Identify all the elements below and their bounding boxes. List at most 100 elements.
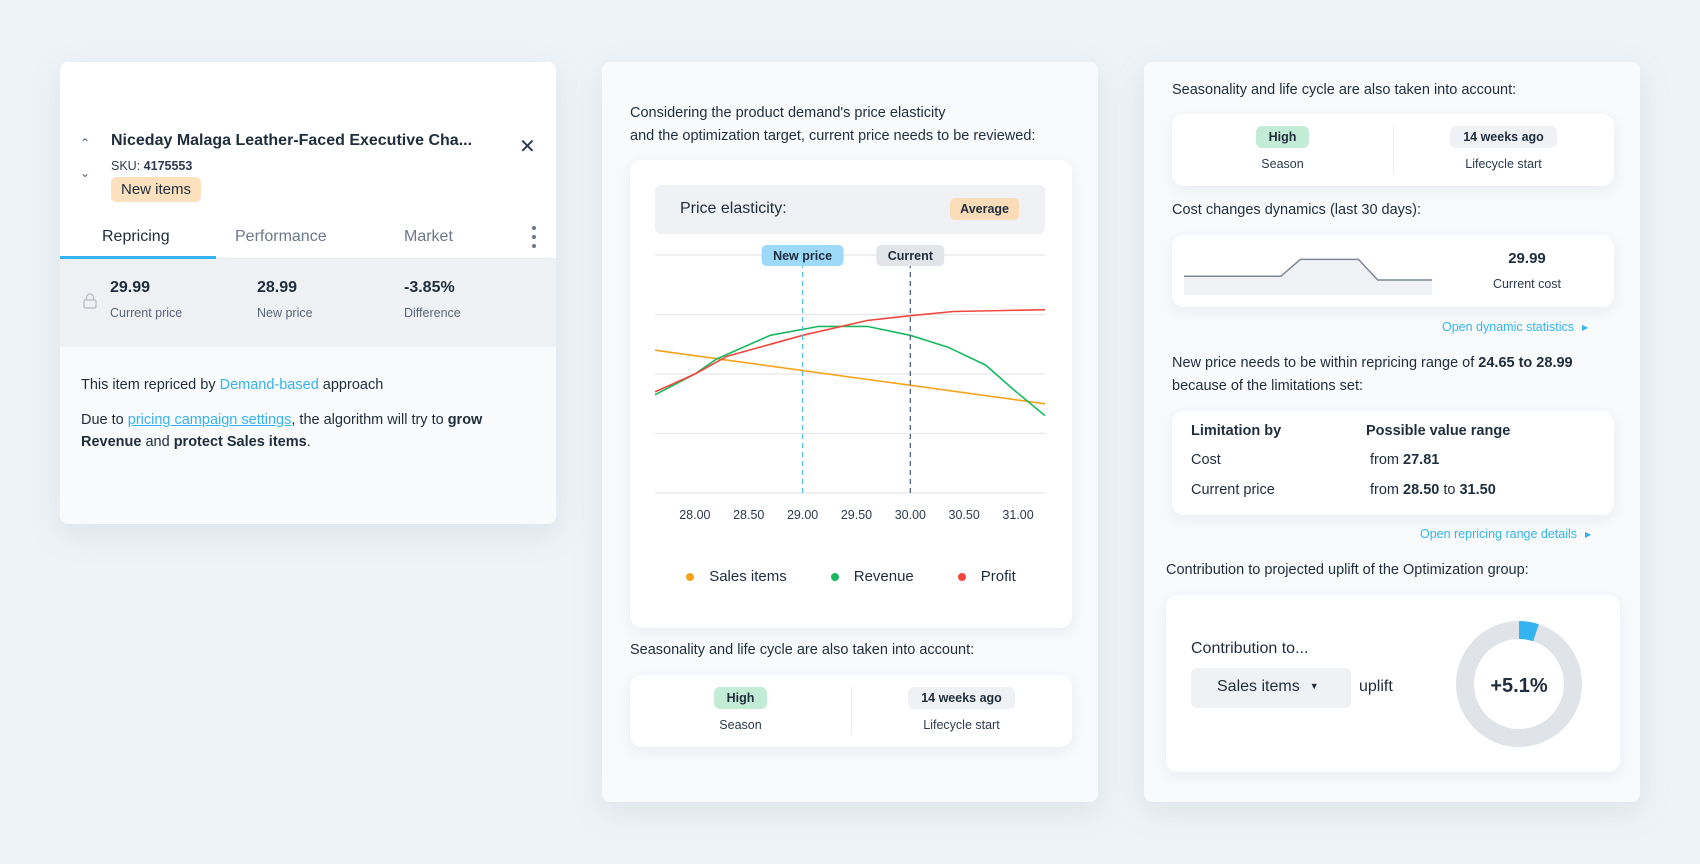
cost-sparkline	[1184, 258, 1432, 295]
donut-value: +5.1%	[1490, 675, 1547, 697]
price-difference: -3.85% Difference	[404, 279, 461, 320]
current-cost-label: Current cost	[1492, 277, 1562, 291]
difference-value: -3.85%	[404, 279, 455, 296]
season-column: High Season	[630, 675, 851, 747]
tab-market[interactable]: Market	[404, 228, 453, 246]
column-header-limitation: Limitation by	[1191, 423, 1282, 439]
lifecycle-label: Lifecycle start	[923, 718, 1000, 732]
tab-performance[interactable]: Performance	[235, 228, 327, 246]
uplift-suffix: uplift	[1359, 678, 1393, 695]
seasonality-card-2: High Season 14 weeks ago Lifecycle start	[1172, 114, 1614, 186]
lifecycle-column-2: 14 weeks ago Lifecycle start	[1393, 114, 1614, 186]
intro-line-1: Considering the product demand's price e…	[630, 105, 946, 121]
series-line-profit	[654, 308, 1046, 393]
tab-repricing[interactable]: Repricing	[102, 228, 170, 246]
pricing-campaign-settings-link[interactable]: pricing campaign settings	[128, 412, 292, 428]
legend-label-sales: Sales items	[709, 568, 787, 585]
caret-right-icon: ▶	[1582, 323, 1589, 332]
cost-dynamics-title: Cost changes dynamics (last 30 days):	[1172, 202, 1422, 218]
limitation-range: from 27.81	[1370, 452, 1439, 468]
season-column-2: High Season	[1172, 114, 1393, 186]
product-header: ⌃ ⌄ Niceday Malaga Leather-Faced Executi…	[60, 62, 556, 259]
more-options-icon[interactable]	[530, 226, 538, 248]
x-tick-label: 29.50	[841, 508, 872, 522]
elasticity-panel: Considering the product demand's price e…	[602, 62, 1098, 802]
uplift-metric-dropdown[interactable]: Sales items ▼	[1191, 668, 1351, 708]
season-value: High	[713, 687, 768, 709]
open-repricing-range-details-label: Open repricing range details	[1420, 527, 1578, 541]
legend-item-revenue[interactable]: Revenue	[830, 568, 914, 585]
donut-value-arc	[1518, 621, 1539, 642]
marker-badge-label: Current	[888, 249, 934, 263]
campaign-text: Due to pricing campaign settings, the al…	[81, 409, 535, 453]
x-tick-label: 28.00	[679, 508, 710, 522]
sku-label: SKU:	[111, 159, 141, 173]
goal-protect-sales: protect Sales items	[173, 434, 307, 450]
close-icon[interactable]: ✕	[519, 137, 536, 157]
elasticity-label: Price elasticity:	[680, 200, 787, 217]
from-value: 28.50	[1403, 482, 1440, 498]
lock-icon[interactable]	[83, 293, 97, 309]
dropdown-value: Sales items	[1217, 678, 1300, 695]
lifecycle-label-2: Lifecycle start	[1465, 157, 1542, 171]
x-tick-label: 28.50	[733, 508, 764, 522]
price-summary: 29.99 Current price 28.99 New price -3.8…	[60, 259, 556, 347]
series-line-sales-items	[654, 349, 1046, 405]
range-value: 24.65 to 28.99	[1478, 355, 1573, 371]
legend-dot-sales	[686, 572, 695, 581]
cost-dynamics-card: 29.99 Current cost	[1172, 235, 1614, 307]
limitation-range: from 28.50 to 31.50	[1370, 482, 1496, 498]
season-label-2: Season	[1261, 157, 1304, 171]
difference-label: Difference	[404, 306, 461, 320]
lifecycle-value: 14 weeks ago	[908, 687, 1015, 709]
contribution-card: Contribution to... Sales items ▼ uplift +…	[1166, 595, 1620, 772]
sku-value: 4175553	[143, 159, 193, 173]
legend-item-profit[interactable]: Profit	[957, 568, 1016, 585]
marker-badge-label: New price	[773, 249, 832, 263]
seasonality-card: High Season 14 weeks ago Lifecycle start	[630, 675, 1072, 747]
to-value: 31.50	[1459, 482, 1496, 498]
x-tick-label: 29.00	[787, 508, 818, 522]
approach-text: This item repriced by Demand-based appro…	[81, 374, 535, 396]
elasticity-badge: Average	[950, 198, 1019, 220]
campaign-text-end: .	[306, 434, 311, 450]
seasonality-title-2: Seasonality and life cycle are also take…	[1172, 82, 1517, 98]
campaign-text-mid: , the algorithm will try to	[291, 412, 448, 428]
from-value: 27.81	[1403, 452, 1440, 468]
current-cost-value: 29.99	[1508, 250, 1546, 267]
current-cost: 29.99 Current cost	[1472, 250, 1582, 291]
from-word: from	[1370, 452, 1404, 468]
series-line-revenue	[654, 325, 1046, 417]
lifecycle-column: 14 weeks ago Lifecycle start	[851, 675, 1072, 747]
season-label: Season	[719, 718, 762, 732]
chart-legend: Sales items Revenue Profit	[630, 568, 1072, 585]
demand-based-link[interactable]: Demand-based	[220, 377, 319, 393]
legend-item-sales-items[interactable]: Sales items	[686, 568, 787, 585]
lifecycle-value-2: 14 weeks ago	[1450, 126, 1557, 148]
elasticity-chart-card: Price elasticity: Average 28.00 28.50 29.0…	[630, 160, 1072, 628]
contribution-donut: +5.1%	[1456, 621, 1582, 747]
contribution-title: Contribution to projected uplift of the …	[1166, 562, 1529, 578]
x-tick-label: 30.50	[949, 508, 980, 522]
contribution-label: Contribution to...	[1191, 640, 1309, 657]
tab-bar: Repricing Performance Market	[60, 222, 556, 259]
chevron-down-icon[interactable]: ⌄	[78, 166, 92, 180]
details-panel: Seasonality and life cycle are also take…	[1144, 62, 1640, 802]
column-header-range: Possible value range	[1366, 423, 1511, 439]
new-price-label: New price	[257, 306, 313, 320]
open-dynamic-statistics-link[interactable]: Open dynamic statistics ▶	[1442, 320, 1588, 334]
elasticity-intro: Considering the product demand's price e…	[630, 102, 1035, 148]
current-price: 29.99 Current price	[110, 279, 182, 320]
open-repricing-range-details-link[interactable]: Open repricing range details ▶	[1420, 527, 1591, 541]
new-price: 28.99 New price	[257, 279, 313, 320]
sparkline-area	[1184, 259, 1432, 295]
repricing-description: This item repriced by Demand-based appro…	[60, 347, 556, 453]
limitations-table: Limitation by Possible value range Cost …	[1172, 411, 1614, 515]
intro-line-2: and the optimization target, current pri…	[630, 128, 1036, 144]
new-price-value: 28.99	[257, 279, 298, 296]
chevron-up-icon[interactable]: ⌃	[78, 136, 92, 150]
campaign-text-and: and	[141, 434, 174, 450]
range-text-post: because of the limitations set:	[1172, 378, 1364, 394]
elasticity-chart: 28.00 28.50 29.00 29.50 30.00 30.50 31.00 New p…	[654, 245, 1046, 522]
campaign-text-pre: Due to	[81, 412, 128, 428]
